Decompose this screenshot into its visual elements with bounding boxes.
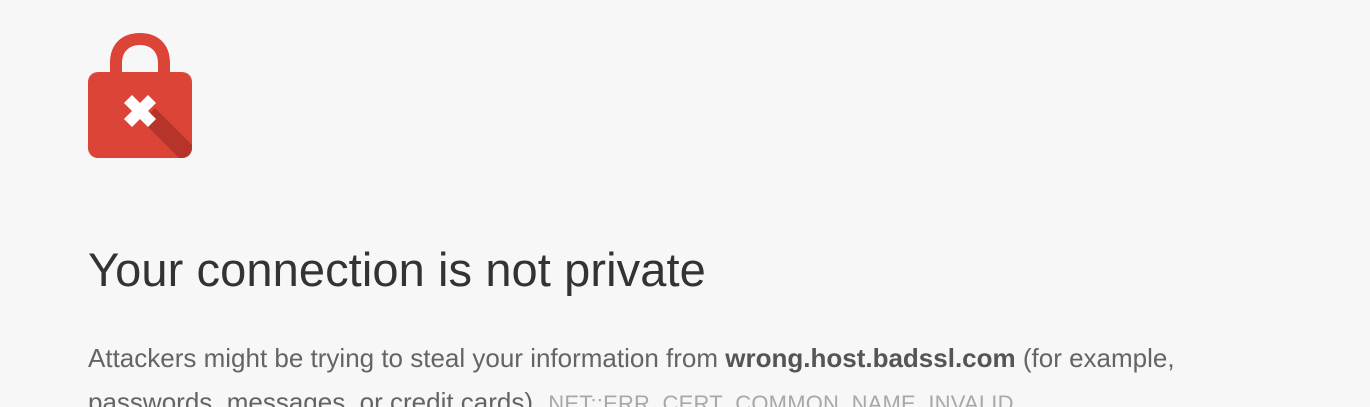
interstitial-page: Your connection is not private Attackers… bbox=[0, 0, 1370, 407]
lock-error-icon bbox=[88, 30, 192, 158]
host-name: wrong.host.badssl.com bbox=[725, 343, 1016, 373]
error-explanation: Attackers might be trying to steal your … bbox=[88, 336, 1298, 407]
error-code: NET::ERR_CERT_COMMON_NAME_INVALID bbox=[548, 391, 1014, 407]
page-title: Your connection is not private bbox=[88, 243, 706, 296]
explanation-text-before-host: Attackers might be trying to steal your … bbox=[88, 343, 726, 373]
